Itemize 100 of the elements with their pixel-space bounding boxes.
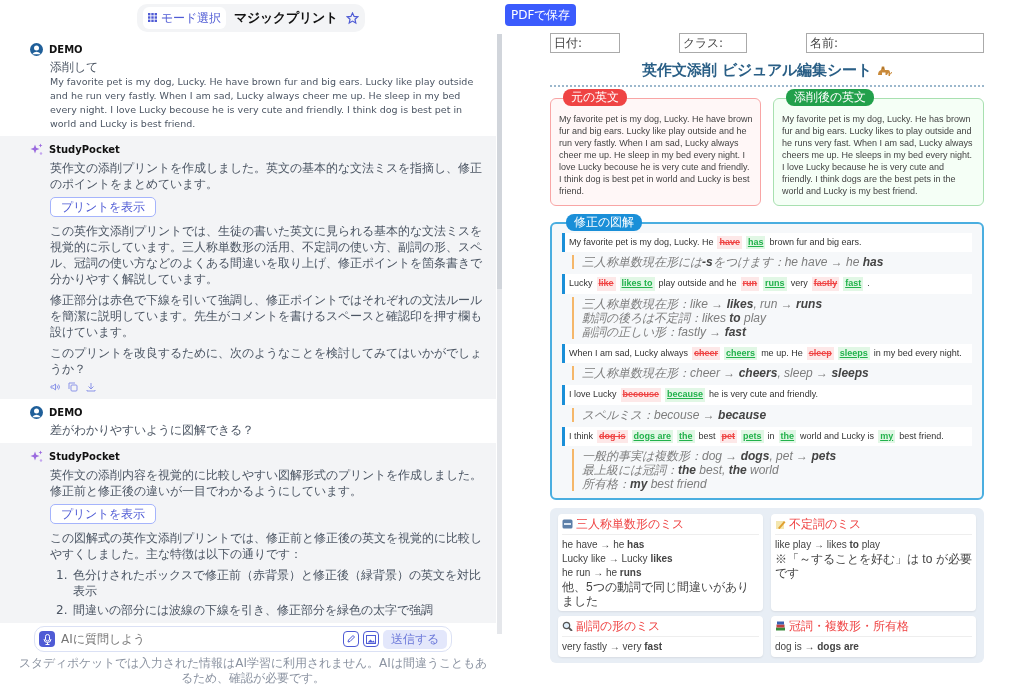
wrong-word: dog is	[597, 429, 628, 443]
correction-note: 一般的事実は複数形：dog → dogs, pet → pets	[582, 449, 838, 463]
pen-button[interactable]	[343, 631, 359, 647]
correction-note: 所有格：my best friend	[582, 477, 708, 491]
sentence-text: I think	[569, 429, 593, 443]
essay-text: My favorite pet is my dog, Lucky. He have brown fur and big ears. Lucky like play outside and he run very fastly. When I am sad, Lucky always cheer me up. He sleep in my bed every night. I love Lucky becouse he is very cute and friendly. I think dog is best pet in world and Lucky is best friend.	[559, 112, 754, 197]
correction-note: 三人称単数現在形：like → likes, run → runs	[582, 296, 824, 311]
corrected-word: because	[665, 388, 706, 402]
correction-note: 三人称単数現在形：cheer → cheers, sleep → sleeps	[582, 366, 870, 380]
message-text: この図解式の英作文添削プリントでは、修正前と修正後の英文を視覚的に比較しやすくしました。主な特徴は以下の通りです：	[50, 530, 483, 562]
list-item-text: 色分けされたボックスで修正前（赤背景）と修正後（緑背景）の英文を対比表示	[73, 567, 483, 599]
wrong-word: pet	[719, 429, 738, 443]
download-icon[interactable]	[86, 382, 96, 392]
corrected-word: cheers	[724, 346, 758, 360]
chat-input-field[interactable]: AIに質問しよう 送信する	[34, 626, 452, 652]
show-print-button[interactable]: プリントを表示	[50, 504, 156, 524]
card-line: very fastly → very fast	[562, 640, 664, 654]
card-title: 冠詞・複数形・所有格	[789, 619, 909, 633]
avatar-icon	[30, 43, 43, 56]
mode-select-button[interactable]: モード選択	[143, 7, 226, 29]
corrected-word: pets	[741, 429, 764, 443]
books-icon	[775, 621, 786, 631]
card-line: dog is → dogs are	[775, 640, 860, 654]
card-line: 他、5つの動詞で同じ間違いがありました	[562, 580, 750, 608]
corrected-word: runs	[763, 277, 787, 291]
card-line: he run → he runs	[562, 566, 643, 580]
star-icon[interactable]	[346, 11, 359, 25]
author-name: DEMO	[49, 43, 83, 57]
wrong-word: fastly	[811, 277, 840, 291]
message-text: 修正部分は赤色で下線を引いて強調し、修正ポイントではそれぞれの文法ルールを簡潔に説明しています。先生がコメントを書けるスペースと確認印を押す欄も設けています。	[50, 292, 483, 340]
wrong-word: like	[596, 277, 616, 291]
avatar-icon	[30, 406, 43, 419]
sentence-text: world and Lucky is	[800, 429, 875, 443]
card-line: he have → he has	[562, 538, 646, 552]
microphone-button[interactable]	[39, 631, 55, 647]
list-number: 2.	[56, 602, 68, 618]
author-name: StudyPocket	[49, 143, 120, 157]
correction-note: 最上級には冠詞：the best, the world	[582, 463, 780, 477]
sparkle-icon	[30, 450, 43, 463]
sentence-text: I love Lucky	[569, 388, 617, 401]
form-field[interactable]: 名前:	[806, 33, 984, 53]
save-pdf-button[interactable]: PDFで保存	[505, 4, 577, 26]
author-name: DEMO	[49, 406, 83, 420]
corrected-word: the	[778, 429, 797, 443]
speaker-icon[interactable]	[50, 382, 60, 392]
wrong-word: cheer	[692, 346, 721, 360]
disclaimer-text: スタディポケットでは入力された情報はAI学習に利用されません。AIは間違うこともあるため、確認が必要です。	[18, 656, 488, 686]
message-text: 差がわかりやすいように図解できる？	[50, 423, 255, 438]
message-text: このプリントを改良するために、次のようなことを検討してみてはいかがでしょうか？	[50, 345, 483, 377]
card-line: like play → likes to play	[775, 538, 882, 552]
correction-note: 副詞の正しい形：fastly → fast	[582, 324, 747, 339]
sentence-text: play outside and he	[658, 277, 737, 290]
scrollbar[interactable]	[497, 34, 502, 634]
sentence-text: best friend.	[899, 429, 944, 443]
message-text: 英作文の添削内容を視覚的に比較しやすい図解形式のプリントを作成しました。修正前と修正後の違いが一目でわかるようにしています。	[50, 467, 483, 499]
sentence-text: best	[698, 429, 716, 443]
correction-note: 動詞の後ろは不定詞：likes to play	[582, 310, 768, 325]
sentence-text: very	[790, 277, 808, 290]
form-field[interactable]: クラス:	[679, 33, 747, 53]
message-text: この英作文添削プリントでは、生徒の書いた英文に見られる基本的な文法ミスを視覚的に示しています。三人称単数形の活用、不定詞の使い方、副詞の形、スペル、冠詞の使い方などのよくある間違いを取り上げ、修正ポイントを箇条書きで分かりやすく解説しています。	[50, 223, 483, 287]
message-text: 添削して My favorite pet is my dog, Lucky. He have brown fur and big ears. Lucky like play outside and he run very fastly. When I am sad, Lucky always cheer me up. He sleep in my bed every night. I love Lucky becouse he is very cute and friendly. I think dog is best pet in world and Lucky is best friend.	[50, 60, 475, 131]
magnifier-icon	[562, 621, 573, 631]
correction-note: 三人称単数現在形には-sをつけます：he have → he has	[582, 255, 885, 269]
sentence-text: he is very cute and friendly.	[709, 388, 818, 401]
card-line: Lucky like → Lucky likes	[562, 552, 674, 566]
image-icon	[366, 634, 376, 644]
memo-icon	[775, 519, 786, 529]
show-print-button[interactable]: プリントを表示	[50, 197, 156, 217]
card-title: 不定詞のミス	[789, 517, 861, 531]
form-field[interactable]: 日付:	[550, 33, 620, 53]
card-line: ※「～することを好む」は to が必要です	[775, 552, 972, 580]
wrong-word: run	[740, 277, 760, 291]
sentence-text: me up. He	[761, 346, 803, 360]
image-button[interactable]	[363, 631, 379, 647]
card-title: 三人称単数形のミス	[576, 517, 684, 531]
list-item-text: 間違いの部分には波線の下線を引き、修正部分を緑色の太字で強調	[73, 602, 434, 618]
list-number: 1.	[56, 567, 68, 584]
sentence-text: in my bed every night.	[873, 346, 962, 360]
corrected-word: fast	[843, 277, 864, 291]
corrected-word: likes to	[619, 277, 655, 291]
header-title: マジックプリント	[234, 9, 338, 28]
wrong-word: becouse	[620, 388, 662, 402]
corrected-word: has	[745, 235, 766, 249]
sentence-text: brown fur and big ears.	[769, 235, 862, 249]
panel-label: 添削後の英文	[786, 88, 874, 106]
corrected-word: my	[878, 429, 896, 443]
grid-icon	[148, 13, 158, 23]
panel-label: 修正の図解	[566, 213, 642, 231]
essay-text: My favorite pet is my dog, Lucky. He has brown fur and big ears. Lucky likes to play outside and he runs very fast. When I am sad, Lucky always cheers me up. He sleeps in my bed every night. I love Lucky because he is very cute and friendly. I think dogs are the best pets in the world and Lucky is my best friend.	[782, 112, 974, 197]
sentence-text: .	[867, 277, 870, 290]
author-name: StudyPocket	[49, 450, 120, 464]
sentence-text: My favorite pet is my dog, Lucky. He	[569, 235, 714, 249]
pen-icon	[346, 634, 356, 644]
sentence-text: in	[767, 429, 775, 443]
panel-label: 元の英文	[563, 88, 627, 106]
sparkle-icon	[30, 143, 43, 156]
sentence-text: Lucky	[569, 277, 593, 290]
wrong-word: have	[717, 235, 742, 249]
card-title: 副詞の形のミス	[576, 619, 660, 633]
corrected-word: the	[677, 429, 695, 443]
